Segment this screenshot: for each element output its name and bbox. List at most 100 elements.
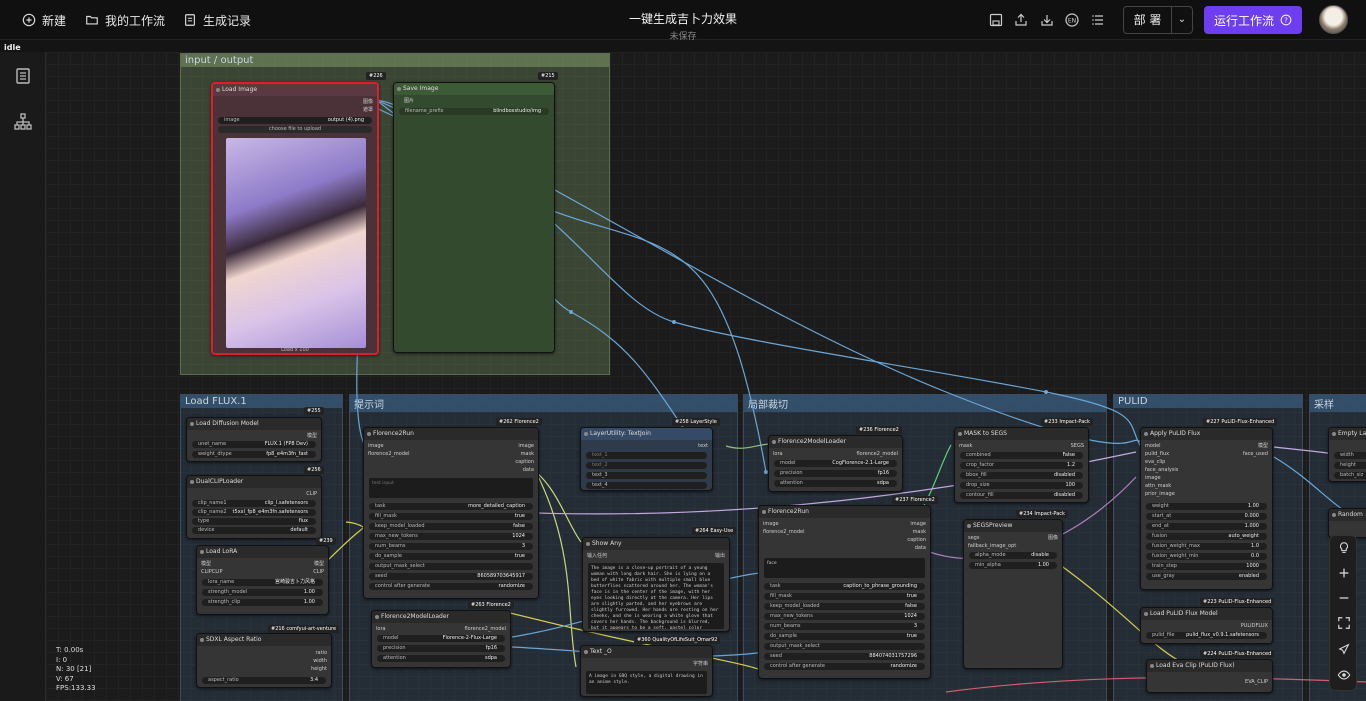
node-segs-preview[interactable]: SEGSPreview segs fallback_image_opt 图像 a…: [963, 519, 1063, 669]
node-title[interactable]: LayerUtility: TextJoin: [581, 428, 712, 440]
node-title[interactable]: Load Eva Clip (PuLID Flux): [1147, 660, 1272, 672]
seed-field[interactable]: seed 884074031757296: [764, 653, 925, 660]
node-title[interactable]: Load PuLID Flux Model: [1141, 608, 1272, 620]
attention-select[interactable]: attention sdpa: [774, 480, 897, 487]
seed-field[interactable]: seed 860589703645917: [369, 573, 533, 580]
node-show-any[interactable]: Show Any 输入任何 输出 The image is a close-up…: [582, 537, 730, 632]
node-sdxl-aspect-ratio[interactable]: SDXL Aspect Ratio ratio width height asp…: [196, 633, 332, 688]
device-select[interactable]: device default: [192, 527, 316, 534]
input-attn-mask[interactable]: attn_mask: [1145, 482, 1268, 490]
node-apply-pulid-flux[interactable]: Apply PuLID Flux model pulid_flux eva_cl…: [1140, 427, 1273, 590]
text-input[interactable]: text input: [369, 478, 533, 498]
output-text[interactable]: text: [585, 442, 708, 450]
history-button[interactable]: 生成记录: [183, 10, 251, 30]
output-mask[interactable]: 遮罩: [217, 106, 373, 114]
image-select[interactable]: image output (4).png: [218, 117, 372, 124]
workflow-title[interactable]: 一键生成吉卜力效果: [583, 10, 783, 27]
node-load-lora[interactable]: Load LoRA 模型 CLIPCLIP 模型 CLIP lora_name 宫…: [196, 545, 329, 615]
output-mask[interactable]: mask: [763, 528, 926, 536]
node-save-image[interactable]: Save Image 图片 filename_prefix blindboxstu…: [393, 82, 555, 353]
unet-name-select[interactable]: unet_name FLUX.1 (FP8 Dev): [192, 441, 316, 448]
list-icon[interactable]: [1090, 12, 1106, 28]
node-title[interactable]: Show Any: [583, 538, 729, 550]
node-florence2-model-loader-crop[interactable]: Florence2ModelLoader lora florence2_mode…: [768, 435, 903, 492]
node-title[interactable]: Apply PuLID Flux: [1141, 428, 1272, 440]
download-icon[interactable]: [1039, 12, 1055, 28]
node-title[interactable]: Load Image: [213, 84, 377, 96]
output-image[interactable]: image: [763, 520, 926, 528]
save-icon[interactable]: [988, 12, 1004, 28]
control-after-generate-select[interactable]: control after generate randomize: [369, 583, 533, 590]
task-select[interactable]: task more_detailed_caption: [369, 503, 533, 510]
use-gray-toggle[interactable]: use_gray enabled: [1146, 573, 1267, 580]
eye-icon[interactable]: [1337, 668, 1351, 682]
aspect-ratio-select[interactable]: aspect_ratio 3:4: [202, 677, 326, 684]
text-2-field[interactable]: text_2: [586, 462, 707, 469]
weight-field[interactable]: weight 1.00: [1146, 503, 1267, 510]
input-fallback-image[interactable]: fallback_image_opt: [968, 542, 1058, 550]
keep-model-loaded-toggle[interactable]: keep_model_loaded false: [369, 523, 533, 530]
new-button[interactable]: 新建: [22, 10, 66, 30]
output-caption[interactable]: caption: [763, 536, 926, 544]
node-title[interactable]: Save Image: [394, 83, 554, 95]
model-select[interactable]: model CogFlorence-2.1-Large: [774, 460, 897, 467]
deploy-label[interactable]: 部 署: [1124, 7, 1172, 33]
node-load-image[interactable]: Load Image 图像 遮罩 image output (4).png cho…: [211, 82, 379, 355]
fusion-weight-min-field[interactable]: fusion_weight_min 0.0: [1146, 553, 1267, 560]
lightbulb-icon[interactable]: [1337, 541, 1351, 555]
node-florence2-run-face[interactable]: Florence2Run image florence2_model image…: [758, 505, 931, 679]
node-title[interactable]: Random: [1329, 509, 1366, 521]
strength-clip-field[interactable]: strength_clip 1.00: [202, 599, 323, 606]
max-new-tokens-field[interactable]: max_new_tokens 1024: [764, 613, 925, 620]
workflow-title-area[interactable]: 一键生成吉卜力效果 未保存: [583, 10, 783, 42]
node-florence2-run-caption[interactable]: Florence2Run image florence2_model image…: [363, 427, 539, 599]
text-3-field[interactable]: text_3: [586, 472, 707, 479]
output-width[interactable]: width: [201, 657, 327, 665]
alpha-mode-toggle[interactable]: alpha_mode disable: [969, 552, 1057, 559]
input-image[interactable]: image: [1145, 474, 1268, 482]
output-mask-select-field[interactable]: output_mask_select: [764, 643, 925, 650]
input-image[interactable]: 图片: [398, 97, 550, 105]
output-image[interactable]: 图像: [968, 534, 1058, 542]
output-height[interactable]: height: [201, 665, 327, 673]
node-title[interactable]: SEGSPreview: [964, 520, 1062, 532]
node-empty-latent[interactable]: Empty La width height batch_siz: [1328, 427, 1366, 482]
fill-mask-toggle[interactable]: fill_mask true: [369, 513, 533, 520]
min-alpha-field[interactable]: min_alpha 1.00: [969, 562, 1057, 569]
model-select[interactable]: model Florence-2-Flux-Large: [377, 635, 505, 642]
fit-view-icon[interactable]: [1337, 616, 1351, 630]
num-beams-field[interactable]: num_beams 3: [764, 623, 925, 630]
node-random[interactable]: Random: [1328, 508, 1366, 538]
input-prior-image[interactable]: prior_image: [1145, 490, 1268, 498]
node-title[interactable]: SDXL Aspect Ratio: [197, 634, 331, 646]
keep-model-loaded-toggle[interactable]: keep_model_loaded false: [764, 603, 925, 610]
train-step-field[interactable]: train_step 1000: [1146, 563, 1267, 570]
output-segs[interactable]: SEGS: [959, 442, 1084, 450]
text-field[interactable]: A image in GBQ style, a digital drawing …: [586, 671, 707, 694]
output-model[interactable]: 模型: [201, 560, 324, 568]
output-model[interactable]: 模型: [1145, 442, 1268, 450]
text-input[interactable]: face: [764, 558, 925, 578]
node-text-o[interactable]: Text _O 字符串 A image in GBQ style, a digi…: [580, 645, 713, 697]
book-icon[interactable]: [13, 66, 33, 86]
crop-factor-field[interactable]: crop_factor 1.2: [960, 462, 1083, 469]
strength-model-field[interactable]: strength_model 1.00: [202, 589, 323, 596]
input-eva-clip[interactable]: eva_clip: [1145, 458, 1268, 466]
node-title[interactable]: Florence2ModelLoader: [769, 436, 902, 448]
weight-dtype-select[interactable]: weight_dtype fp8_e4m3fn_fast: [192, 451, 316, 458]
width-field[interactable]: width: [1334, 452, 1366, 459]
run-workflow-button[interactable]: 运行工作流 ?: [1204, 6, 1302, 34]
output-mask[interactable]: mask: [368, 450, 534, 458]
node-load-diffusion-model[interactable]: Load Diffusion Model 模型 unet_name FLUX.1 …: [186, 417, 322, 462]
output-image[interactable]: 图像: [217, 98, 373, 106]
deploy-button[interactable]: 部 署 ⌄: [1123, 6, 1193, 34]
end-at-field[interactable]: end_at 1.000: [1146, 523, 1267, 530]
output-any[interactable]: 输出: [587, 552, 725, 560]
language-icon[interactable]: EN: [1064, 12, 1080, 28]
node-title[interactable]: Florence2ModelLoader: [372, 611, 510, 623]
output-data[interactable]: data: [368, 466, 534, 474]
pulid-file-select[interactable]: pulid_file pulid_flux_v0.9.1.safetensors: [1146, 632, 1267, 639]
lora-name-select[interactable]: lora_name 宫崎骏吉卜力风格: [202, 579, 323, 586]
bbox-fill-toggle[interactable]: bbox_fill disabled: [960, 472, 1083, 479]
node-florence2-model-loader[interactable]: Florence2ModelLoader lora florence2_mode…: [371, 610, 511, 668]
